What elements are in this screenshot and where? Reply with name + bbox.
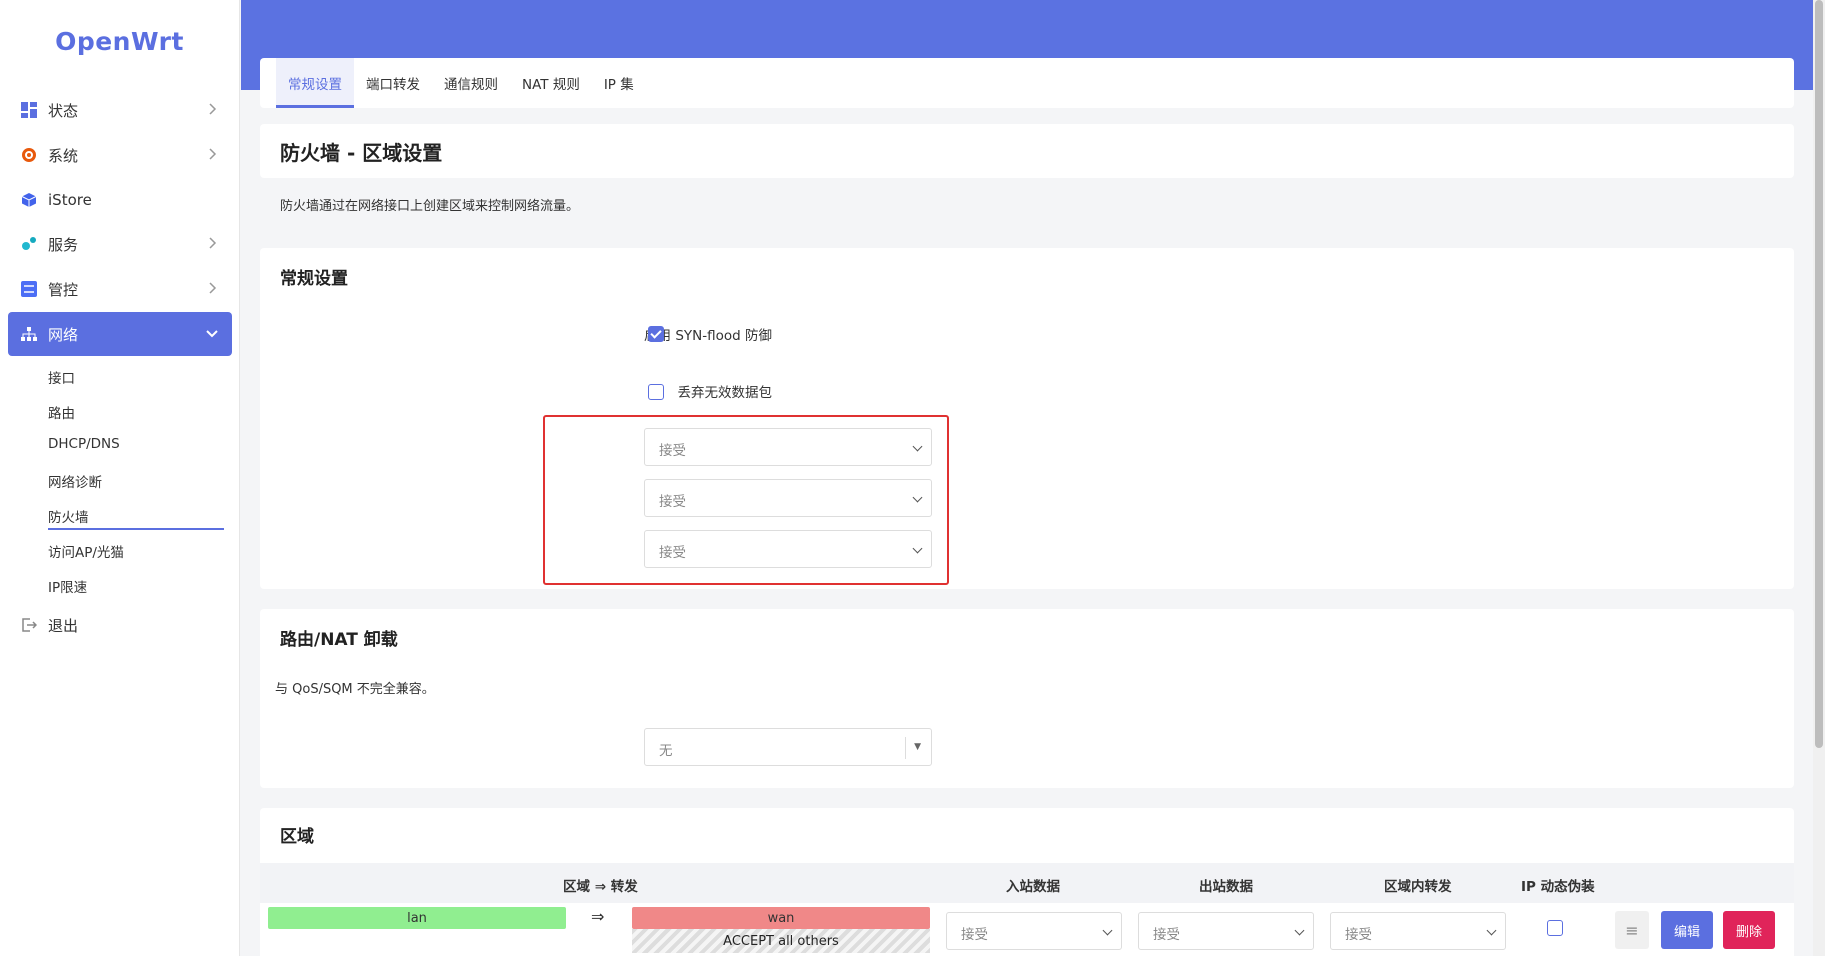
sidebar-item-logout[interactable]: 退出 [8,603,232,647]
masquerade-checkbox[interactable] [1547,920,1563,936]
sidebar-item-label: iStore [48,191,92,209]
offload-note: 与 QoS/SQM 不完全兼容。 [275,682,435,697]
chevron-right-icon [209,237,217,249]
sidebar-item-label: 网络 [48,325,79,344]
services-icon [20,235,38,253]
sidebar-item-label: 状态 [48,101,79,120]
sidebar-subitem-firewall[interactable]: 防火墙 [48,506,89,526]
section-title-offload: 路由/NAT 卸载 [280,630,398,650]
sidebar-item-services[interactable]: 服务 [8,222,232,266]
zone-lan-chip: lan [268,907,566,929]
page-description: 防火墙通过在网络接口上创建区域来控制网络流量。 [280,199,580,214]
sidebar-subitem-ap-access[interactable]: 访问AP/光猫 [48,541,124,561]
chevron-right-icon [209,103,217,115]
tab-port-forward[interactable]: 端口转发 [354,58,432,108]
edit-button[interactable]: 编辑 [1661,911,1713,949]
page-scrollbar[interactable] [1813,0,1825,956]
zone-output-value: 接受 [1153,927,1180,943]
sidebar-subitem-diagnostics[interactable]: 网络诊断 [48,471,102,491]
offload-type-select[interactable]: 无 ▼ [644,728,932,766]
zone-intra-value: 接受 [1345,927,1372,943]
sidebar-item-label: 管控 [48,280,79,299]
sidebar-item-control[interactable]: 管控 [8,267,232,311]
accept-all-others: ACCEPT all others [632,929,930,953]
openwrt-logo[interactable]: OpenWrt [0,0,239,82]
tab-nat-rules[interactable]: NAT 规则 [510,58,592,108]
sidebar-item-network[interactable]: 网络 [8,312,232,356]
offload-type-value: 无 [659,743,673,759]
zone-output-select[interactable]: 接受 [1138,912,1314,950]
sidebar-subitem-dhcp-dns[interactable]: DHCP/DNS [48,436,120,452]
syn-flood-label: 启用 SYN-flood 防御 [644,328,772,344]
gear-icon [20,146,38,164]
cube-icon [20,191,38,209]
drop-invalid-label: 丢弃无效数据包 [677,385,773,401]
caret-down-icon: ▼ [914,742,921,752]
zone-wan-chip: wan [632,907,930,929]
tab-general[interactable]: 常规设置 [276,58,354,108]
sidebar-item-label: 退出 [48,616,79,635]
sidebar-item-system[interactable]: 系统 [8,133,232,177]
offload-card: 路由/NAT 卸载 与 QoS/SQM 不完全兼容。 流量卸载类型 无 ▼ [260,609,1794,788]
zone-intra-select[interactable]: 接受 [1330,912,1506,950]
section-title-zones: 区域 [280,827,314,847]
tab-traffic-rules[interactable]: 通信规则 [432,58,510,108]
section-title-general: 常规设置 [280,269,348,289]
sidebar: OpenWrt 状态 系统 iStore 服务 管控 网络 接口 路由 DHCP… [0,0,240,956]
header-output: 出站数据 [1199,879,1253,895]
zone-input-select[interactable]: 接受 [946,912,1122,950]
active-subitem-underline [48,528,224,530]
syn-flood-checkbox[interactable] [648,326,664,342]
sidebar-item-label: 系统 [48,146,79,165]
logout-icon [20,616,38,634]
zones-card: 区域 区域 ⇒ 转发 入站数据 出站数据 区域内转发 IP 动态伪装 lan ⇒… [260,808,1794,956]
general-settings-card: 常规设置 启用 SYN-flood 防御 丢弃无效数据包 入站数据 接受 出站数… [260,248,1794,589]
sidebar-subitem-ip-limit[interactable]: IP限速 [48,576,87,596]
header-intra-forward: 区域内转发 [1384,879,1452,895]
chevron-down-icon [1102,925,1113,936]
zones-table-header: 区域 ⇒ 转发 入站数据 出站数据 区域内转发 IP 动态伪装 [260,863,1794,903]
sliders-icon [20,280,38,298]
network-icon [20,325,38,343]
sidebar-item-label: 服务 [48,235,79,254]
scrollbar-thumb[interactable] [1815,0,1823,748]
sidebar-subitem-interfaces[interactable]: 接口 [48,367,75,387]
chevron-right-icon [209,148,217,160]
chevron-right-icon [209,282,217,294]
page-title: 防火墙 - 区域设置 [260,124,1794,178]
sidebar-item-istore[interactable]: iStore [8,178,232,222]
zone-input-value: 接受 [961,927,988,943]
delete-button[interactable]: 删除 [1723,911,1775,949]
drop-invalid-checkbox[interactable] [648,384,664,400]
sidebar-subitem-routes[interactable]: 路由 [48,402,75,422]
header-zone-forward: 区域 ⇒ 转发 [563,879,638,895]
chevron-down-icon [1486,925,1497,936]
tab-ip-sets[interactable]: IP 集 [592,58,646,108]
header-masquerade: IP 动态伪装 [1521,879,1595,895]
select-divider [905,737,906,759]
chevron-down-icon [206,330,218,338]
tab-bar: 常规设置 端口转发 通信规则 NAT 规则 IP 集 [260,58,1794,108]
drag-handle-button[interactable]: ≡ [1615,911,1649,949]
header-input: 入站数据 [1006,879,1060,895]
highlight-box [543,415,949,585]
dashboard-icon [20,101,38,119]
sidebar-item-status[interactable]: 状态 [8,88,232,132]
chevron-down-icon [1294,925,1305,936]
forward-arrow: ⇒ [591,907,605,926]
